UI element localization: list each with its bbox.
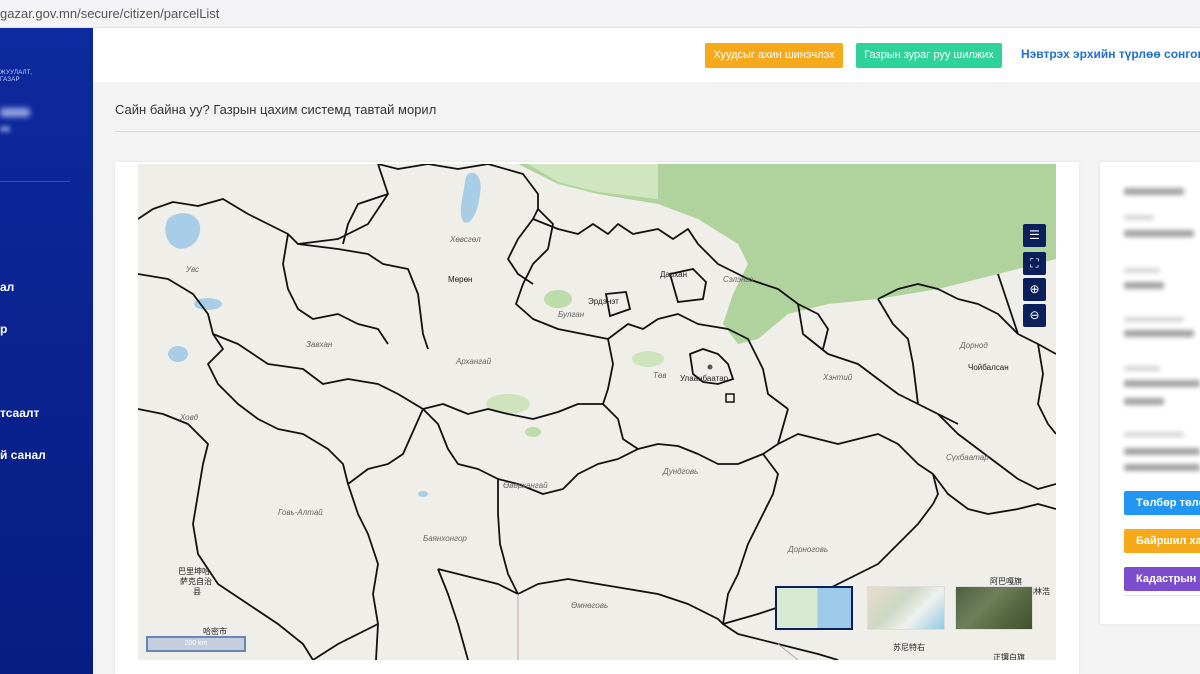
welcome-greeting: Сайн байна уу? Газрын цахим системд тавт…: [115, 102, 437, 117]
info-value-1-blurred: [1124, 230, 1194, 237]
info-label-2-blurred: [1124, 268, 1160, 273]
url-text[interactable]: gazar.gov.mn/secure/citizen/parcelList: [0, 6, 219, 21]
label-bayankhongor: Баянхонгор: [423, 534, 467, 543]
sidebar-logo[interactable]: ЖУУЛАЛТ, ГАЗАР: [0, 70, 32, 84]
go-to-map-button[interactable]: Газрын зураг руу шилжих: [856, 43, 1002, 68]
label-erdenet: Эрдэнэт: [588, 297, 619, 306]
label-dornogovi: Дорноговь: [787, 545, 828, 554]
label-uvs: Увс: [185, 265, 199, 274]
pay-fee-button[interactable]: Төлбөр төлө: [1124, 491, 1200, 515]
sidebar-item-4[interactable]: й санал: [0, 448, 46, 462]
info-title-blurred: [1124, 188, 1184, 195]
label-cn1: 巴里坤哈: [178, 566, 210, 576]
zoom-in-icon[interactable]: ⊕: [1023, 278, 1046, 301]
forest-patch-light: [528, 164, 658, 199]
map-scale-bar: 200 km: [146, 636, 246, 652]
map-view[interactable]: Увс Хөвсгөл Сэлэнгэ Булган Завхан Арханг…: [138, 164, 1056, 660]
label-khentii: Хэнтий: [822, 373, 853, 382]
label-govi-altai: Говь-Алтай: [278, 508, 323, 517]
label-zavkhan: Завхан: [306, 340, 333, 349]
info-value-3-blurred: [1124, 330, 1194, 337]
forest-patch-3: [632, 351, 664, 367]
layers-icon[interactable]: ☰: [1023, 224, 1046, 247]
forest-patch-4: [525, 427, 541, 437]
user-name-blurred: [0, 108, 30, 117]
label-cn3: 县: [193, 587, 201, 596]
fullscreen-icon[interactable]: ⛶: [1023, 252, 1046, 275]
label-murun: Мөрөн: [448, 275, 472, 284]
label-cn4: 哈密市: [203, 626, 227, 636]
parcel-info-panel: Төлбөр төлө Байршил хар Кадастрын зу: [1100, 162, 1200, 624]
label-omnogovi: Өмнөговь: [571, 601, 608, 610]
basemap-thumb-satellite[interactable]: [955, 586, 1033, 630]
ulaanbaatar-dot: [707, 364, 713, 370]
lake-khuvsgul: [460, 172, 481, 223]
label-dornod: Дорнод: [959, 341, 988, 350]
map-card: Увс Хөвсгөл Сэлэнгэ Булган Завхан Арханг…: [115, 162, 1079, 674]
china-border: [517, 594, 799, 660]
label-bulgan: Булган: [558, 310, 585, 319]
main-content: Сайн байна уу? Газрын цахим системд тавт…: [93, 82, 1200, 674]
sidebar-item-3[interactable]: тсаалт: [0, 406, 39, 420]
info-value-5b-blurred: [1124, 464, 1200, 471]
basemap-thumb-street[interactable]: [775, 586, 853, 630]
label-choibalsan: Чойбалсан: [968, 363, 1009, 372]
lake-small-3: [418, 491, 428, 497]
basemap-thumb-terrain[interactable]: [867, 586, 945, 630]
content-divider: [115, 131, 1200, 132]
refresh-page-button[interactable]: Хуудсыг ахин шинэчлэх: [705, 43, 843, 68]
info-label-5-blurred: [1124, 432, 1184, 437]
sidebar-divider: [0, 181, 70, 182]
info-label-1-blurred: [1124, 215, 1154, 220]
label-cn7: 正镶白旗: [993, 652, 1025, 660]
label-ulaanbaatar: Улаанбаатар: [680, 374, 729, 383]
view-location-button[interactable]: Байршил хар: [1124, 529, 1200, 553]
label-tuv: Төв: [653, 371, 667, 380]
sidebar: ЖУУЛАЛТ, ГАЗАР ал р тсаалт й санал: [0, 28, 93, 674]
forest-patch-1: [544, 290, 572, 308]
user-role-blurred: [0, 126, 10, 132]
logo-line-2: ГАЗАР: [0, 77, 20, 83]
info-panel-divider: [1124, 595, 1200, 596]
sidebar-item-1[interactable]: ал: [0, 280, 14, 294]
logo-line-1: ЖУУЛАЛТ,: [0, 70, 33, 76]
ulaanbaatar-exclave: [725, 393, 735, 403]
lake-uvs: [165, 213, 201, 249]
browser-url-bar[interactable]: gazar.gov.mn/secure/citizen/parcelList: [0, 0, 1200, 28]
login-history-link[interactable]: Нэвтрэх эрхийн түрлөө сонгоно: [1021, 47, 1200, 61]
label-sukhbaatar: Сүхбаатар: [946, 453, 989, 462]
lake-small-2: [168, 346, 188, 362]
label-ovorkhangai: Өвөрхангай: [503, 481, 548, 490]
info-label-3-blurred: [1124, 317, 1184, 322]
label-cn6: 苏尼特右: [893, 642, 925, 652]
zoom-out-icon[interactable]: ⊖: [1023, 304, 1046, 327]
label-cn2: 萨克自治: [180, 576, 212, 586]
label-dundgovi: Дундговь: [662, 467, 698, 476]
info-value-2-blurred: [1124, 282, 1164, 289]
sidebar-item-2[interactable]: р: [0, 322, 7, 336]
label-khuvsgul: Хөвсгөл: [449, 235, 481, 244]
label-arkhangai: Архангай: [455, 357, 492, 366]
cadastral-map-button[interactable]: Кадастрын зу: [1124, 567, 1200, 591]
info-value-5-blurred: [1124, 448, 1200, 455]
label-selenge: Сэлэнгэ: [723, 275, 753, 284]
info-value-4-blurred: [1124, 380, 1200, 387]
label-darkhan: Дархан: [660, 270, 687, 279]
info-label-4-blurred: [1124, 366, 1160, 371]
info-value-4b-blurred: [1124, 398, 1164, 405]
top-header: Хуудсыг ахин шинэчлэх Газрын зураг руу ш…: [93, 28, 1200, 82]
label-cn5: 阿巴嘎旗: [990, 576, 1022, 586]
label-khovd: Ховд: [179, 413, 199, 422]
